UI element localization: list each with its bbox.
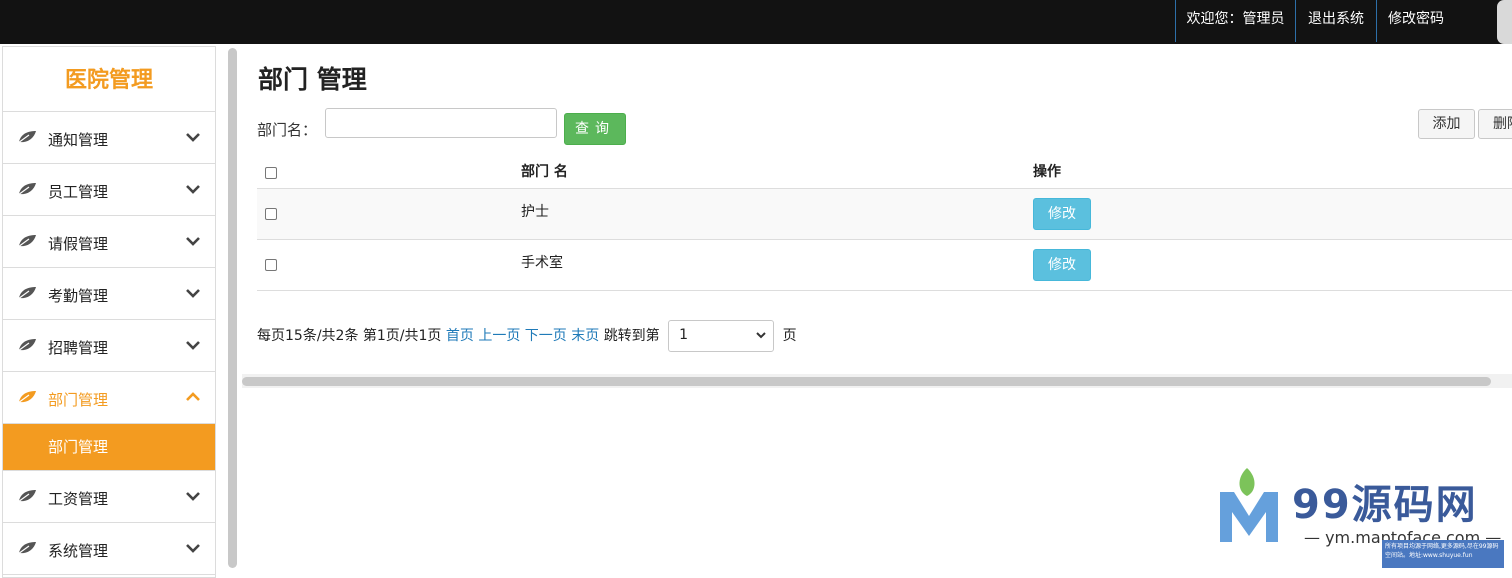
last-page-link[interactable]: 末页	[571, 328, 599, 344]
column-header-action: 操作	[1033, 164, 1061, 180]
window-scrollbar[interactable]	[1497, 0, 1512, 44]
sidebar-item-label: 考勤管理	[48, 287, 109, 305]
watermark-title: 99源码网	[1292, 482, 1478, 528]
sidebar-item-recruit[interactable]: 招聘管理	[3, 320, 215, 372]
sidebar-item-notice[interactable]: 通知管理	[3, 112, 215, 164]
table-header-row: 部门 名 操作	[257, 146, 1512, 189]
chevron-down-icon	[186, 185, 200, 194]
page-select-value: 1	[679, 327, 689, 343]
row-checkbox[interactable]	[265, 208, 277, 220]
leaf-icon	[17, 339, 36, 352]
leaf-icon	[17, 235, 36, 248]
chevron-down-icon	[186, 341, 200, 350]
leaf-icon	[17, 131, 36, 144]
sidebar-scrollbar[interactable]	[228, 48, 237, 568]
next-page-link[interactable]: 下一页	[525, 328, 567, 344]
pagination: 每页15条/共2条 第1页/共1页 首页 上一页 下一页 末页 跳转到第 1 页	[257, 320, 797, 352]
department-table: 部门 名 操作 护士 修改 手术室 修改	[257, 146, 1512, 291]
welcome-text: 欢迎您：管理员	[1175, 0, 1295, 42]
watermark-logo-icon	[1220, 468, 1278, 542]
edit-button[interactable]: 修改	[1033, 249, 1091, 281]
leaf-icon	[17, 391, 36, 404]
sidebar-item-system[interactable]: 系统管理	[3, 523, 215, 575]
sidebar-item-label: 请假管理	[48, 235, 109, 253]
logout-link[interactable]: 退出系统	[1295, 0, 1376, 42]
sidebar-item-salary[interactable]: 工资管理	[3, 471, 215, 523]
sidebar-subitem-department-manage[interactable]: 部门管理	[3, 424, 215, 471]
sidebar: 医院管理 通知管理 员工管理 请假管理 考勤管理 招聘管理 部门管理 部门管理 …	[2, 46, 216, 578]
horizontal-scrollbar[interactable]	[242, 377, 1491, 386]
leaf-icon	[17, 542, 36, 555]
watermark-note: 所有项目均源于网络,更多源码,尽在99源码空间站。地址:www.shuyue.f…	[1382, 540, 1504, 568]
jump-prefix-text: 跳转到第	[603, 328, 660, 344]
department-name-input[interactable]	[325, 108, 557, 138]
table-row: 护士 修改	[257, 189, 1512, 240]
add-button[interactable]: 添加	[1418, 109, 1475, 139]
chevron-down-icon	[756, 332, 766, 339]
leaf-icon	[17, 287, 36, 300]
first-page-link[interactable]: 首页	[446, 328, 474, 344]
prev-page-link[interactable]: 上一页	[478, 328, 520, 344]
chevron-down-icon	[186, 289, 200, 298]
department-name-cell: 手术室	[521, 255, 563, 271]
edit-button[interactable]: 修改	[1033, 198, 1091, 230]
chevron-down-icon	[186, 133, 200, 142]
sidebar-title: 医院管理	[3, 47, 215, 112]
leaf-icon	[17, 490, 36, 503]
chevron-down-icon	[186, 544, 200, 553]
query-button[interactable]: 查询	[564, 113, 626, 145]
search-label: 部门名：	[257, 121, 318, 139]
watermark: 99源码网 — ym.maptoface.com — 所有项目均源于网络,更多源…	[1208, 466, 1512, 568]
sidebar-item-staff[interactable]: 员工管理	[3, 164, 215, 216]
sidebar-item-label: 招聘管理	[48, 339, 109, 357]
chevron-down-icon	[186, 492, 200, 501]
select-all-checkbox[interactable]	[265, 167, 277, 179]
sidebar-item-label: 系统管理	[48, 542, 109, 560]
sidebar-item-leave[interactable]: 请假管理	[3, 216, 215, 268]
jump-suffix-text: 页	[782, 328, 797, 344]
change-password-link[interactable]: 修改密码	[1376, 0, 1455, 42]
page-title: 部门 管理	[258, 65, 367, 94]
table-row: 手术室 修改	[257, 240, 1512, 291]
main-content: 部门 管理 部门名： 查询 添加 删除 部门 名 操作 护士 修改 手术室 修改…	[242, 46, 1512, 386]
sidebar-item-label: 部门管理	[48, 391, 109, 409]
top-navbar: 欢迎您：管理员 退出系统 修改密码	[0, 0, 1512, 44]
row-checkbox[interactable]	[265, 259, 277, 271]
chevron-down-icon	[186, 237, 200, 246]
sidebar-item-attendance[interactable]: 考勤管理	[3, 268, 215, 320]
department-name-cell: 护士	[521, 204, 549, 220]
sidebar-item-label: 员工管理	[48, 183, 109, 201]
page-select[interactable]: 1	[668, 320, 775, 352]
pagination-summary: 每页15条/共2条 第1页/共1页	[257, 328, 442, 344]
leaf-icon	[17, 183, 36, 196]
column-header-name: 部门 名	[521, 164, 568, 180]
sidebar-item-label: 工资管理	[48, 490, 109, 508]
delete-button[interactable]: 删除	[1478, 109, 1512, 139]
sidebar-item-department[interactable]: 部门管理	[3, 372, 215, 424]
sidebar-item-label: 通知管理	[48, 131, 109, 149]
chevron-up-icon	[186, 392, 200, 401]
